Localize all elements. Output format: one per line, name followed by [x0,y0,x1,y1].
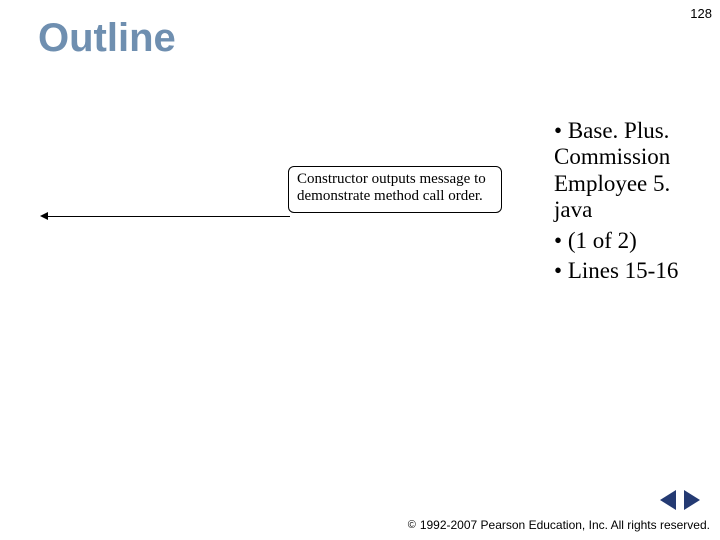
copyright-icon: © [408,519,416,531]
footer-text: 1992-2007 Pearson Education, Inc. All ri… [420,518,710,532]
prev-slide-icon[interactable] [660,490,676,510]
arrow-line [46,216,290,217]
page-title: Outline [38,16,176,61]
bullet-item-1: • Base. Plus. Commission Employee 5. jav… [554,118,714,224]
bullet-item-2: • (1 of 2) [554,228,714,254]
page-number: 128 [690,6,712,21]
arrow-head-icon [40,212,48,220]
bullet-list: • Base. Plus. Commission Employee 5. jav… [554,118,714,289]
bullet-2-text: (1 of 2) [568,228,637,253]
callout-arrow [40,212,290,222]
bullet-3-text: Lines 15-16 [568,258,679,283]
footer: © 1992-2007 Pearson Education, Inc. All … [408,518,710,532]
next-slide-icon[interactable] [684,490,700,510]
bullet-1-text: Base. Plus. Commission Employee 5. java [554,118,670,222]
callout-box: Constructor outputs message to demonstra… [288,166,502,213]
nav-icons [660,490,700,510]
bullet-item-3: • Lines 15-16 [554,258,714,284]
callout-text: Constructor outputs message to demonstra… [297,171,486,204]
